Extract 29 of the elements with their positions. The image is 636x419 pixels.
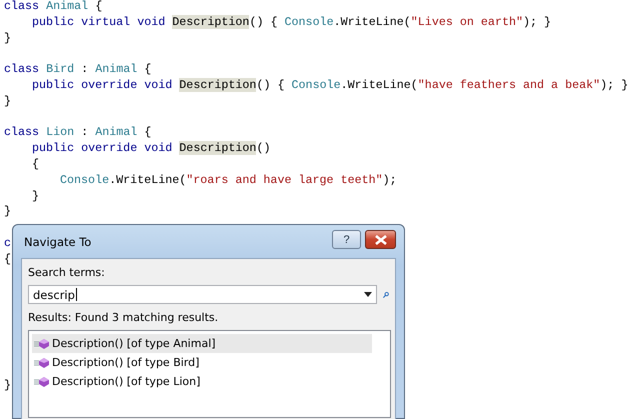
code-line: } bbox=[4, 204, 12, 220]
code-line: } bbox=[32, 188, 40, 204]
result-item[interactable]: Description() [of type Bird] bbox=[32, 353, 372, 372]
code-line: public override void Description() bbox=[32, 141, 270, 157]
code-line: { bbox=[32, 156, 40, 173]
close-icon bbox=[374, 234, 388, 244]
code-line: class Animal { bbox=[4, 0, 102, 15]
results-summary: Results: Found 3 matching results. bbox=[28, 310, 220, 326]
code-line: public virtual void Description() { Console.WriteLine("Lives on earth"); } bbox=[32, 14, 552, 31]
result-item[interactable]: Description() [of type Lion] bbox=[32, 372, 372, 391]
result-item[interactable]: Description() [of type Animal] bbox=[32, 334, 372, 353]
code-line: c bbox=[4, 236, 12, 252]
code-line: public override void Description() { Console.WriteLine("have feathers and a beak"); } bbox=[32, 78, 628, 94]
code-line: } bbox=[4, 30, 12, 46]
help-button[interactable]: ? bbox=[332, 230, 361, 249]
search-terms-label: Search terms: bbox=[28, 265, 106, 281]
method-icon bbox=[34, 376, 50, 388]
code-line: } bbox=[4, 94, 12, 110]
method-icon bbox=[34, 338, 50, 350]
code-line: Console.WriteLine("roars and have large teeth"); bbox=[60, 172, 397, 189]
dialog-title: Navigate To bbox=[23, 234, 92, 248]
code-line: } bbox=[4, 378, 12, 394]
method-icon bbox=[34, 356, 50, 368]
code-line: { bbox=[4, 252, 12, 268]
code-line: class Bird : Animal { bbox=[4, 62, 152, 78]
search-field[interactable]: descrip bbox=[28, 285, 377, 304]
code-line: class Lion : Animal { bbox=[4, 125, 152, 142]
close-button[interactable] bbox=[365, 230, 396, 249]
dropdown-caret-icon[interactable] bbox=[364, 292, 372, 297]
